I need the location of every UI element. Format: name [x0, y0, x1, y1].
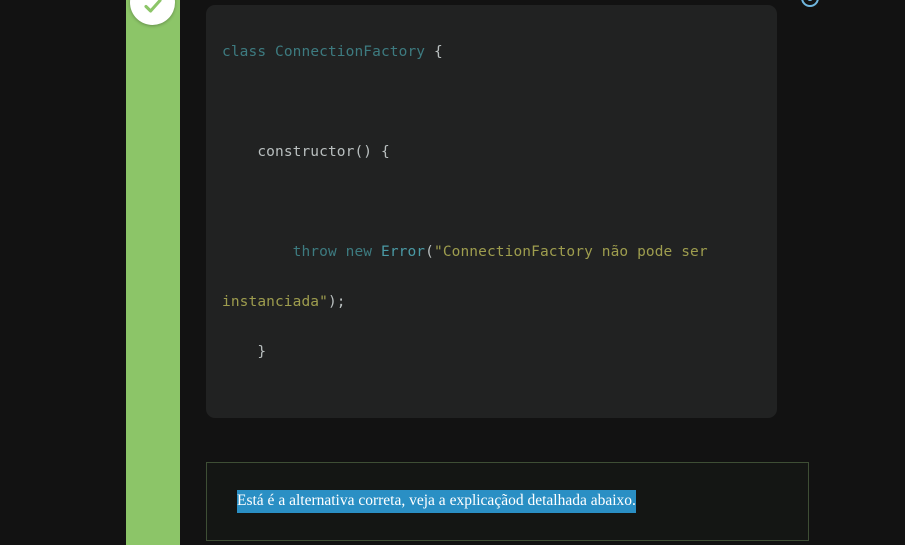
main-content-column: class ConnectionFactory { constructor() …: [180, 0, 838, 545]
code-token: Error: [380, 244, 426, 260]
code-token: ConnectionFactory: [275, 44, 426, 60]
code-token: );: [327, 294, 346, 310]
code-token: {: [425, 44, 443, 60]
code-token: (: [425, 244, 434, 260]
correct-answer-status-bar: [126, 0, 180, 545]
code-block: class ConnectionFactory { constructor() …: [206, 5, 777, 418]
explanation-text: Está é a alternativa correta, veja a exp…: [237, 490, 636, 513]
right-rail: [838, 0, 905, 545]
page-root: class ConnectionFactory { constructor() …: [0, 0, 905, 545]
code-token: class: [222, 44, 267, 60]
explanation-box: Está é a alternativa correta, veja a exp…: [206, 462, 809, 541]
left-gutter: [0, 0, 126, 545]
code-token: new: [345, 244, 373, 260]
code-content: class ConnectionFactory { constructor() …: [222, 27, 761, 418]
code-token: }: [222, 344, 267, 360]
code-token: throw: [292, 244, 337, 260]
code-token: constructor() {: [222, 144, 390, 160]
